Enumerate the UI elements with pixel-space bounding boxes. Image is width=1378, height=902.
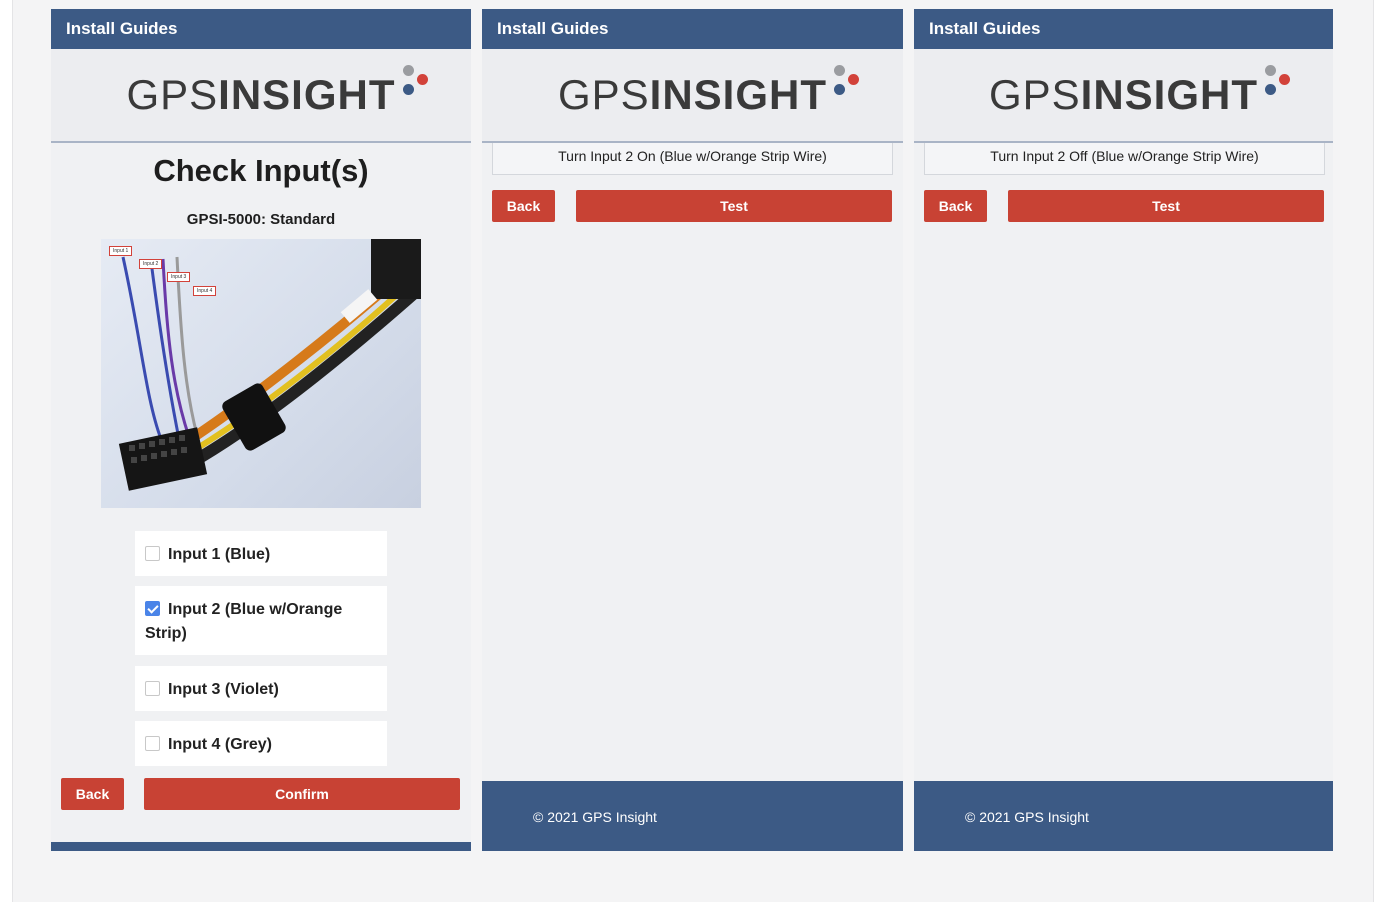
test-button[interactable]: Test [576, 190, 892, 222]
gps-insight-logo: GPSINSIGHT [126, 65, 428, 116]
gps-insight-logo: GPSINSIGHT [989, 65, 1291, 116]
checkbox[interactable] [145, 681, 160, 696]
input-option[interactable]: Input 4 (Grey) [135, 721, 387, 766]
turn-on-panel: Install Guides GPSINSIGHT Turn Input 2 O… [482, 9, 903, 851]
check-inputs-panel: Install Guides GPSINSIGHT Check Input(s)… [51, 9, 471, 851]
input-option[interactable]: Input 3 (Violet) [135, 666, 387, 711]
input-option[interactable]: Input 2 (Blue w/Orange Strip) [135, 586, 387, 655]
bottom-bar [51, 842, 471, 851]
footer: © 2021 GPS Insight [482, 781, 903, 851]
checkbox-checked[interactable] [145, 601, 160, 616]
input-2-tag: Input 2 [139, 259, 163, 269]
page-title: Check Input(s) [153, 153, 369, 188]
instruction-text: Turn Input 2 On (Blue w/Orange Strip Wir… [492, 143, 893, 175]
input-3-tag: Input 3 [167, 272, 191, 282]
logo-dots-icon [1260, 64, 1294, 98]
panel-header: Install Guides [914, 9, 1333, 49]
test-button[interactable]: Test [1008, 190, 1324, 222]
harness-illustration [118, 239, 421, 491]
device-model: GPSI-5000: Standard [186, 211, 336, 228]
confirm-button[interactable]: Confirm [144, 778, 460, 810]
logo-banner: GPSINSIGHT [482, 49, 903, 143]
wiring-harness-image: Input 1 Input 2 Input 3 Input 4 [101, 239, 421, 508]
checkbox[interactable] [145, 546, 160, 561]
logo-banner: GPSINSIGHT [51, 49, 471, 143]
back-button[interactable]: Back [924, 190, 987, 222]
panel-header: Install Guides [482, 9, 903, 49]
checkbox[interactable] [145, 736, 160, 751]
logo-banner: GPSINSIGHT [914, 49, 1333, 143]
instruction-text: Turn Input 2 Off (Blue w/Orange Strip Wi… [924, 143, 1325, 175]
footer: © 2021 GPS Insight [914, 781, 1333, 851]
copyright-text: © 2021 GPS Insight [965, 809, 1089, 825]
gps-insight-logo: GPSINSIGHT [558, 65, 860, 116]
input-1-tag: Input 1 [109, 246, 133, 256]
input-4-tag: Input 4 [193, 286, 217, 296]
back-button[interactable]: Back [61, 778, 124, 810]
logo-dots-icon [829, 64, 863, 98]
copyright-text: © 2021 GPS Insight [533, 809, 657, 825]
logo-dots-icon [398, 64, 432, 98]
input-option[interactable]: Input 1 (Blue) [135, 531, 387, 576]
turn-off-panel: Install Guides GPSINSIGHT Turn Input 2 O… [914, 9, 1333, 851]
panel-header: Install Guides [51, 9, 471, 49]
back-button[interactable]: Back [492, 190, 555, 222]
